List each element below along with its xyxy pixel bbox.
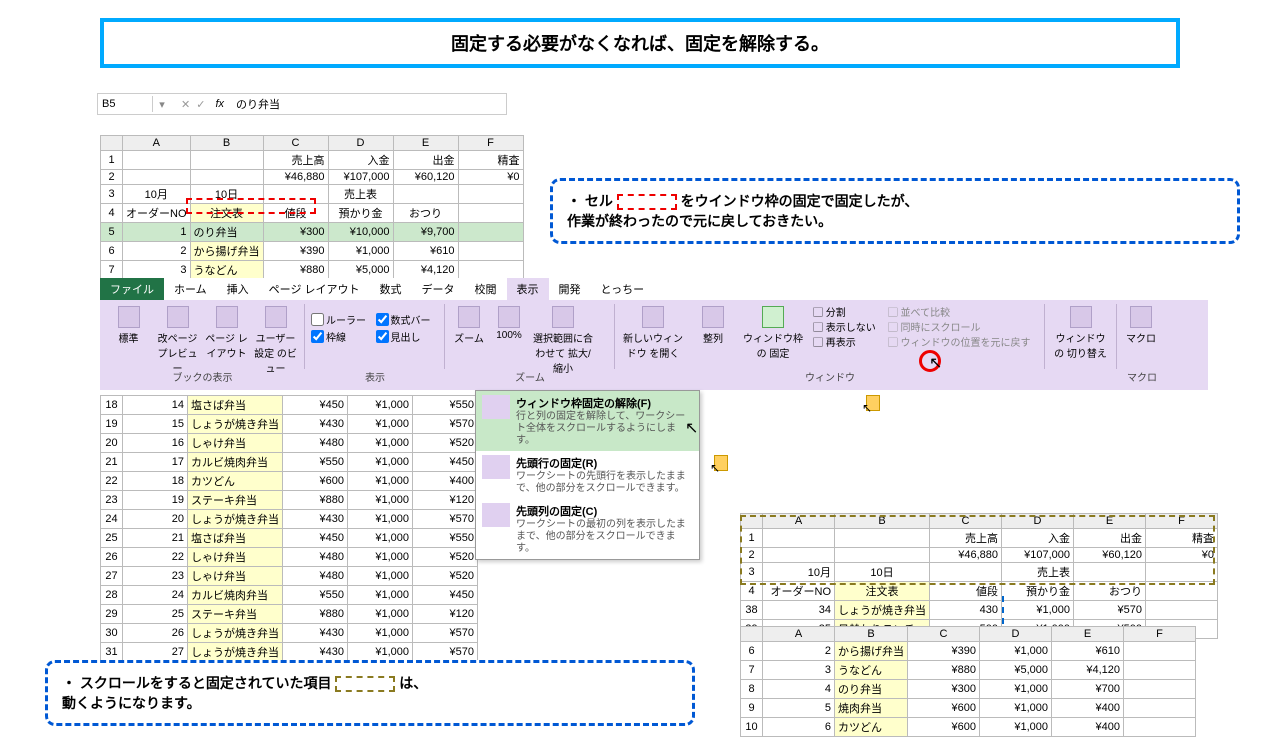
group-zoom: ズーム100%選択範囲に合わせて 拡大/縮小	[445, 304, 615, 369]
group-label-macro: マクロ	[1117, 369, 1167, 384]
ribbon-btn-icon	[1070, 306, 1092, 328]
callout1-part1: ・ セル	[567, 193, 613, 209]
fx-icon[interactable]: fx	[209, 98, 230, 110]
callout2-part2: は、	[399, 675, 427, 691]
callout1-part2: をウインドウ枠の固定で固定したが、	[681, 193, 919, 209]
formula-value[interactable]: のり弁当	[230, 96, 286, 112]
ribbon-btn-icon	[458, 306, 480, 328]
formula-bar: B5 ▾ ✕ ✓ fx のり弁当	[97, 93, 507, 115]
tab-開発[interactable]: 開発	[549, 278, 591, 300]
tab-とっちー[interactable]: とっちー	[591, 278, 655, 300]
tab-ホーム[interactable]: ホーム	[164, 278, 217, 300]
ribbon-check[interactable]: 数式バー	[376, 312, 439, 327]
ribbon-btn[interactable]: 新しいウィンドウ を開く	[621, 306, 685, 360]
group-switch: ウィンドウの 切り替え	[1045, 304, 1117, 369]
group-book-view: 標準改ページ プレビューページ レイアウトユーザー設定 のビュー	[100, 304, 305, 369]
ribbon-btn[interactable]: ズーム	[451, 306, 487, 345]
tab-挿入[interactable]: 挿入	[217, 278, 259, 300]
ribbon-side-item[interactable]: ▢ 再表示	[813, 336, 876, 351]
page-cursor-icon-2: ↖	[862, 395, 886, 415]
ribbon-body: 標準改ページ プレビューページ レイアウトユーザー設定 のビュー ルーラー 数式…	[100, 300, 1208, 368]
ribbon-btn-icon	[552, 306, 574, 328]
dropdown-item[interactable]: 先頭列の固定(C)ワークシートの最初の列を表示したままで、他の部分をスクロールで…	[476, 499, 699, 559]
freeze-option-icon	[482, 395, 510, 419]
ribbon-btn[interactable]: 整列	[689, 306, 737, 345]
callout-1: ・ セル をウインドウ枠の固定で固定したが、 作業が終わったので元に戻しておきた…	[550, 178, 1240, 244]
callout-2: ・ スクロールをすると固定されていた項目 は、 動くようになります。	[45, 660, 695, 726]
cancel-icon[interactable]: ✕	[181, 98, 190, 111]
ribbon-btn-icon	[265, 306, 287, 328]
ribbon-btn-icon	[702, 306, 724, 328]
ribbon-side-item[interactable]: ▢ 表示しない	[813, 321, 876, 336]
name-box-dropdown-icon[interactable]: ▾	[153, 98, 171, 111]
tab-校閲[interactable]: 校閲	[465, 278, 507, 300]
ribbon-btn[interactable]: 100%	[491, 306, 527, 341]
dropdown-item[interactable]: 先頭行の固定(R)ワークシートの先頭行を表示したままで、他の部分をスクロールでき…	[476, 451, 699, 499]
callout1-part3: 作業が終わったので元に戻しておきたい。	[567, 213, 832, 229]
freeze-panes-dropdown: ウィンドウ枠固定の解除(F)行と列の固定を解除して、ワークシート全体をスクロール…	[475, 390, 700, 560]
callout2-part1: ・ スクロールをすると固定されていた項目	[62, 675, 331, 691]
freeze-option-icon	[482, 503, 510, 527]
ribbon-check[interactable]: 見出し	[376, 329, 439, 344]
freeze-option-icon	[482, 455, 510, 479]
title-text: 固定する必要がなくなれば、固定を解除する。	[451, 30, 829, 56]
ribbon-side-item: ▢ ウィンドウの位置を元に戻す	[888, 336, 1031, 351]
ribbon-btn-icon	[1130, 306, 1152, 328]
group-label-show: 表示	[305, 369, 445, 384]
ribbon-btn[interactable]: ユーザー設定 のビュー	[253, 306, 298, 375]
ribbon-btn-icon	[118, 306, 140, 328]
ribbon-btn-icon	[642, 306, 664, 328]
ribbon: ファイルホーム挿入ページ レイアウト数式データ校閲表示開発とっちー 標準改ページ…	[100, 278, 1208, 390]
ribbon-tabs: ファイルホーム挿入ページ レイアウト数式データ校閲表示開発とっちー	[100, 278, 1208, 300]
tab-数式[interactable]: 数式	[370, 278, 412, 300]
ribbon-btn-icon	[762, 306, 784, 328]
ribbon-btn[interactable]: マクロ	[1123, 306, 1159, 345]
page-cursor-icon: ↖	[710, 455, 734, 475]
ribbon-btn[interactable]: ウィンドウの 切り替え	[1051, 306, 1110, 360]
ribbon-btn-icon	[498, 306, 520, 328]
ribbon-side-item: ▢ 並べて比較	[888, 306, 1031, 321]
callout2-part3: 動くようになります。	[62, 695, 201, 711]
ribbon-btn[interactable]: 改ページ プレビュー	[155, 306, 200, 375]
group-label-book-view: ブックの表示	[100, 369, 305, 384]
sheet-right-bottom[interactable]: ABCDEF62から揚げ弁当¥390¥1,000¥61073うなどん¥880¥5…	[740, 626, 1196, 737]
name-box[interactable]: B5	[98, 96, 153, 112]
ribbon-btn[interactable]: 選択範囲に合わせて 拡大/縮小	[531, 306, 595, 375]
ribbon-btn[interactable]: ページ レイアウト	[204, 306, 249, 360]
confirm-icon[interactable]: ✓	[196, 98, 205, 111]
dropdown-item[interactable]: ウィンドウ枠固定の解除(F)行と列の固定を解除して、ワークシート全体をスクロール…	[476, 391, 699, 451]
ribbon-btn[interactable]: 標準	[106, 306, 151, 345]
ribbon-btn[interactable]: ウィンドウ枠の 固定	[741, 306, 805, 360]
ribbon-side-item: ▢ 同時にスクロール	[888, 321, 1031, 336]
ribbon-side-item[interactable]: ▢ 分割	[813, 306, 876, 321]
group-label-window: ウィンドウ	[615, 369, 1045, 384]
group-macro: マクロ	[1117, 304, 1167, 369]
ribbon-check[interactable]: 枠線	[311, 329, 374, 344]
tab-ページ レイアウト[interactable]: ページ レイアウト	[259, 278, 370, 300]
group-label-zoom: ズーム	[445, 369, 615, 384]
ribbon-btn-icon	[216, 306, 238, 328]
ribbon-check[interactable]: ルーラー	[311, 312, 374, 327]
sheet-right-top[interactable]: ABCDEF1売上高入金出金精査2¥46,880¥107,000¥60,120¥…	[740, 513, 1218, 639]
red-placeholder-box	[617, 194, 677, 210]
tab-表示[interactable]: 表示	[507, 278, 549, 300]
olive-placeholder-box	[335, 676, 395, 692]
group-show: ルーラー 数式バー 枠線 見出し	[305, 304, 445, 369]
title-banner: 固定する必要がなくなれば、固定を解除する。	[100, 18, 1180, 68]
tab-データ[interactable]: データ	[412, 278, 465, 300]
tab-ファイル[interactable]: ファイル	[100, 278, 164, 300]
ribbon-btn-icon	[167, 306, 189, 328]
group-window: 新しいウィンドウ を開く整列ウィンドウ枠の 固定 ▢ 分割▢ 表示しない▢ 再表示…	[615, 304, 1045, 369]
